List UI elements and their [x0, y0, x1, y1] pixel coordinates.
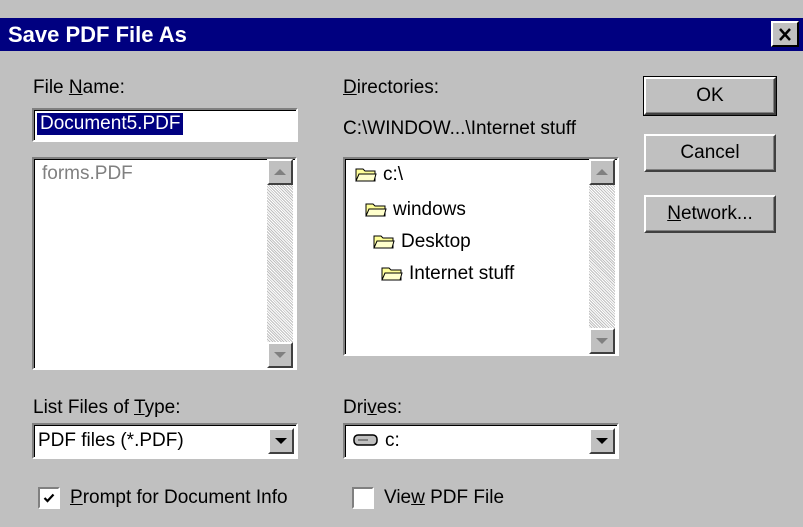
dir-item[interactable]: Desktop [373, 231, 471, 253]
arrow-up-icon [274, 169, 286, 175]
ok-button[interactable]: OK [643, 76, 777, 116]
close-icon [779, 27, 791, 41]
prompt-doc-info-label: Prompt for Document Info [70, 487, 288, 508]
file-name-input[interactable]: Document5.PDF [32, 108, 298, 142]
directory-scrollbar[interactable] [589, 159, 615, 354]
check-icon [43, 493, 55, 503]
drives-select[interactable]: c: [343, 423, 619, 459]
folder-open-icon [373, 235, 395, 249]
file-list-item[interactable]: forms.PDF [42, 163, 133, 185]
arrow-up-icon [596, 169, 608, 175]
folder-open-icon [381, 267, 403, 281]
directories-label: Directories: [343, 77, 440, 98]
prompt-doc-info-option[interactable]: Prompt for Document Info [38, 487, 288, 509]
file-name-value: Document5.PDF [37, 113, 184, 135]
title-bar[interactable]: Save PDF File As [0, 18, 803, 51]
scroll-up-button[interactable] [589, 159, 615, 185]
file-name-label: File Name: [33, 77, 125, 98]
prompt-doc-info-checkbox[interactable] [38, 487, 60, 509]
drives-value: c: [353, 430, 400, 452]
file-list[interactable]: forms.PDF [32, 157, 297, 370]
dir-item[interactable]: c:\ [355, 164, 403, 186]
current-directory-path: C:\WINDOW...\Internet stuff [343, 118, 576, 139]
view-pdf-option[interactable]: View PDF File [352, 487, 504, 509]
chevron-down-icon [596, 438, 608, 444]
drives-dropdown-button[interactable] [589, 428, 615, 454]
folder-open-icon [365, 203, 387, 217]
drives-label: Drives: [343, 397, 403, 418]
view-pdf-label: View PDF File [384, 487, 505, 508]
arrow-down-icon [596, 338, 608, 344]
dir-item-selected[interactable]: Internet stuff [381, 263, 514, 285]
view-pdf-checkbox[interactable] [352, 487, 374, 509]
arrow-down-icon [274, 352, 286, 358]
directory-tree[interactable]: c:\ windows Desktop Internet stuff [343, 157, 619, 356]
folder-open-icon [355, 168, 377, 182]
chevron-down-icon [275, 438, 287, 444]
scroll-up-button[interactable] [267, 159, 293, 185]
file-type-select[interactable]: PDF files (*.PDF) [32, 423, 298, 459]
window-title: Save PDF File As [8, 22, 187, 47]
scroll-down-button[interactable] [267, 342, 293, 368]
file-type-dropdown-button[interactable] [268, 428, 294, 454]
cancel-button[interactable]: Cancel [644, 134, 776, 172]
network-button[interactable]: Network... [644, 195, 776, 233]
file-list-scrollbar[interactable] [267, 159, 293, 368]
dir-item[interactable]: windows [365, 199, 466, 221]
file-type-value: PDF files (*.PDF) [38, 430, 184, 451]
close-button[interactable] [771, 21, 799, 47]
drive-icon [353, 434, 378, 446]
scroll-down-button[interactable] [589, 328, 615, 354]
file-type-label: List Files of Type: [33, 397, 181, 418]
